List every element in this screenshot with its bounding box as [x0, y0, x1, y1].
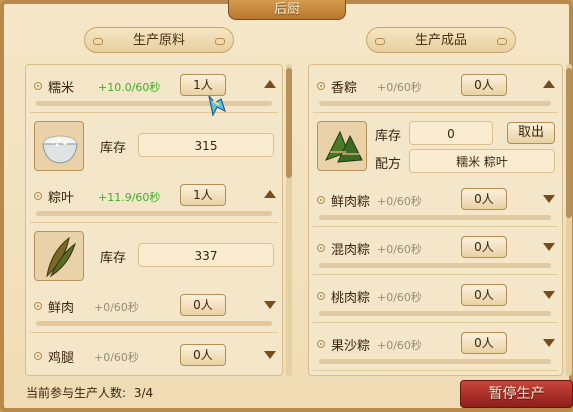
bullet-icon	[317, 340, 325, 348]
list-item-fresh-meat[interactable]: 鲜肉 +0/60秒 0人	[30, 289, 278, 333]
finished-products-header: 生产成品	[366, 27, 516, 53]
item-name: 桃肉粽	[331, 291, 371, 306]
item-name: 糯米	[48, 81, 75, 96]
worker-count-button[interactable]: 0人	[180, 344, 226, 366]
detail-fragrant-zongzi: 库存 0 取出 配方 糯米 粽叶	[313, 115, 558, 177]
list-item-glutinous-rice[interactable]: 糯米 +10.0/60秒 1人	[30, 69, 278, 113]
collapse-arrow-icon[interactable]	[264, 80, 276, 88]
left-scrollbar[interactable]	[286, 64, 292, 376]
item-rate: +0/60秒	[94, 301, 139, 314]
progress-bar	[36, 101, 272, 106]
item-name: 鲜肉	[48, 301, 75, 316]
collapse-arrow-icon[interactable]	[543, 80, 555, 88]
recipe-value: 糯米 粽叶	[409, 149, 555, 173]
list-item-chicken-leg[interactable]: 鸡腿 +0/60秒 0人	[30, 339, 278, 375]
item-rate: +10.0/60秒	[98, 81, 161, 94]
expand-arrow-icon[interactable]	[543, 291, 555, 299]
worker-count-button[interactable]: 0人	[461, 236, 507, 258]
raw-materials-list: 糯米 +10.0/60秒 1人 库存 315 粽叶 +11.9/60秒 1人 库…	[25, 64, 283, 376]
item-rate: +0/60秒	[377, 81, 422, 94]
take-out-button[interactable]: 取出	[507, 122, 555, 144]
item-name: 香粽	[331, 81, 358, 96]
right-scrollbar[interactable]	[566, 64, 572, 376]
progress-bar	[36, 321, 272, 326]
list-item-fresh-meat-zongzi[interactable]: 鲜肉粽 +0/60秒 0人	[313, 183, 558, 227]
raw-materials-header: 生产原料	[84, 27, 234, 53]
bullet-icon	[34, 192, 42, 200]
bamboo-leaf-icon	[34, 231, 84, 281]
expand-arrow-icon[interactable]	[543, 195, 555, 203]
worker-count-button[interactable]: 0人	[461, 188, 507, 210]
finished-products-list: 香粽 +0/60秒 0人 库存 0 取出 配方 糯米 粽叶 鲜肉粽 +0/60秒…	[308, 64, 563, 376]
bullet-icon	[34, 82, 42, 90]
participants-label: 当前参与生产人数:	[26, 386, 127, 400]
scroll-thumb[interactable]	[286, 68, 292, 178]
item-rate: +0/60秒	[377, 195, 422, 208]
scroll-thumb[interactable]	[566, 68, 572, 218]
participants-value: 3/4	[133, 386, 154, 400]
window-title: 后厨	[228, 0, 346, 20]
progress-bar	[36, 211, 272, 216]
worker-count-button[interactable]: 0人	[461, 74, 507, 96]
item-name: 混肉粽	[331, 243, 371, 258]
stock-value: 337	[138, 243, 274, 267]
stock-label: 库存	[100, 251, 127, 266]
list-item-bamboo-leaf[interactable]: 粽叶 +11.9/60秒 1人	[30, 179, 278, 223]
zongzi-icon	[317, 121, 367, 171]
expand-arrow-icon[interactable]	[264, 351, 276, 359]
list-item-mixed-meat-zongzi[interactable]: 混肉粽 +0/60秒 0人	[313, 231, 558, 275]
item-name: 鲜肉粽	[331, 195, 371, 210]
progress-bar	[319, 101, 551, 106]
stock-label: 库存	[100, 141, 127, 156]
list-item-fragrant-zongzi[interactable]: 香粽 +0/60秒 0人	[313, 69, 558, 113]
participants-status: 当前参与生产人数: 3/4	[26, 384, 153, 401]
list-item-peach-meat-zongzi[interactable]: 桃肉粽 +0/60秒 0人	[313, 279, 558, 323]
expand-arrow-icon[interactable]	[543, 243, 555, 251]
item-name: 果沙粽	[331, 339, 371, 354]
bullet-icon	[34, 302, 42, 310]
detail-glutinous-rice: 库存 315	[30, 115, 278, 177]
rice-bowl-icon	[34, 121, 84, 171]
expand-arrow-icon[interactable]	[264, 301, 276, 309]
item-rate: +0/60秒	[377, 243, 422, 256]
pause-production-button[interactable]: 暂停生产	[460, 380, 573, 408]
progress-bar	[319, 359, 551, 364]
stock-label: 库存	[375, 129, 402, 144]
detail-bamboo-leaf: 库存 337	[30, 225, 278, 287]
worker-count-button[interactable]: 1人	[180, 184, 226, 206]
bullet-icon	[34, 352, 42, 360]
item-rate: +0/60秒	[377, 291, 422, 304]
item-rate: +0/60秒	[94, 351, 139, 364]
item-rate: +0/60秒	[377, 339, 422, 352]
bullet-icon	[317, 292, 325, 300]
recipe-label: 配方	[375, 157, 402, 172]
bullet-icon	[317, 196, 325, 204]
bullet-icon	[317, 244, 325, 252]
pointer-cursor-icon	[208, 95, 227, 117]
worker-count-button[interactable]: 0人	[180, 294, 226, 316]
collapse-arrow-icon[interactable]	[264, 190, 276, 198]
item-rate: +11.9/60秒	[98, 191, 161, 204]
stock-value: 0	[409, 121, 493, 145]
bullet-icon	[317, 82, 325, 90]
item-name: 鸡腿	[48, 351, 75, 366]
item-name: 粽叶	[48, 191, 75, 206]
expand-arrow-icon[interactable]	[543, 339, 555, 347]
worker-count-button[interactable]: 0人	[461, 284, 507, 306]
worker-count-button[interactable]: 0人	[461, 332, 507, 354]
progress-bar	[319, 311, 551, 316]
list-item-fruit-paste-zongzi[interactable]: 果沙粽 +0/60秒 0人	[313, 327, 558, 371]
progress-bar	[319, 215, 551, 220]
stock-value: 315	[138, 133, 274, 157]
progress-bar	[319, 263, 551, 268]
